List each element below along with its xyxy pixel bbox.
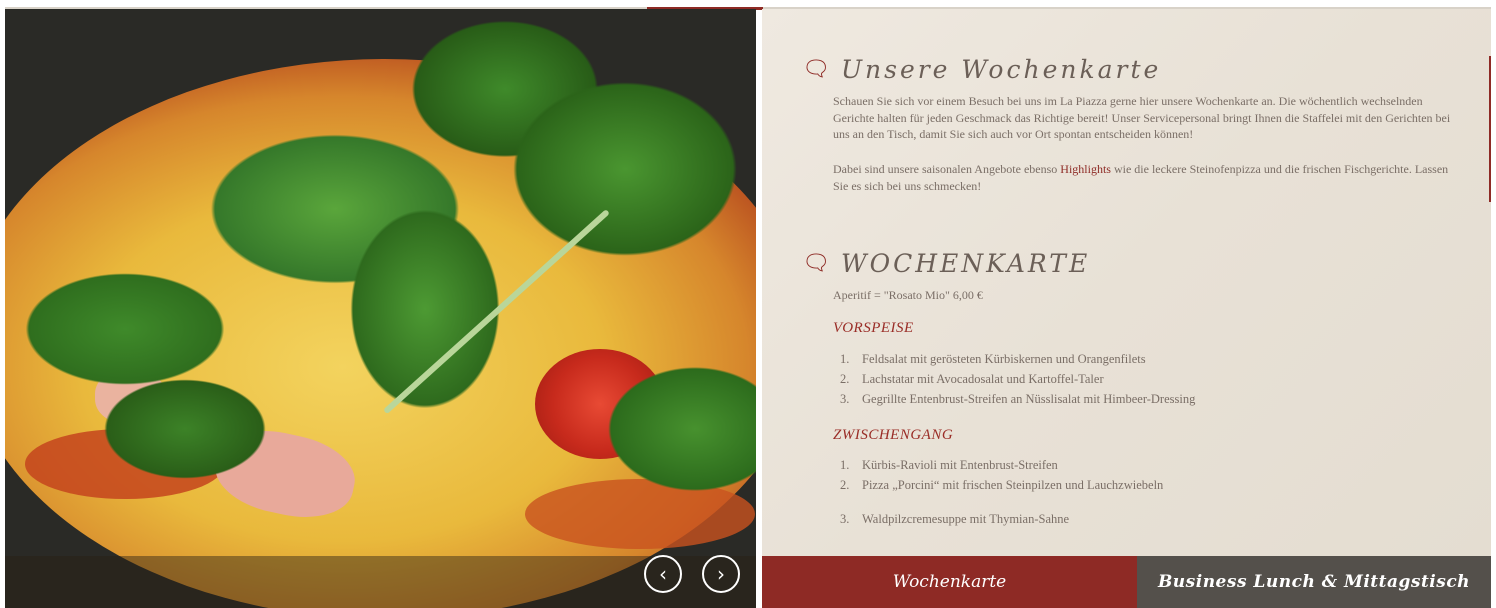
pizza-slider-image (5, 9, 756, 608)
intro-paragraph-2-start: Dabei sind unsere saisonalen Angebote eb… (833, 162, 1061, 176)
list-item: 2. Pizza „Porcini“ mit frischen Steinpilz… (840, 478, 1163, 493)
list-item: 1. Kürbis-Ravioli mit Entenbrust-Streifen (840, 458, 1058, 473)
chevron-left-icon: ‹ (659, 562, 667, 586)
vorspeise-heading: VORSPEISE (833, 320, 914, 336)
chevron-right-icon: › (717, 562, 725, 586)
list-item-number: 2. (840, 372, 850, 386)
list-item: 2. Lachstatar mit Avocadosalat und Kartof… (840, 372, 1104, 387)
intro-paragraph-2: Dabei sind unsere saisonalen Angebote eb… (833, 161, 1463, 194)
highlights-link[interactable]: Highlights (1060, 162, 1111, 176)
list-item: 3. Waldpilzcremesuppe mit Thymian-Sahne (840, 512, 1069, 527)
list-item: 3. Gegrillte Entenbrust-Streifen an Nüssl… (840, 392, 1195, 407)
intro-heading: 🗨︎ Unsere Wochenkarte (802, 55, 1161, 84)
list-item-number: 1. (840, 458, 850, 472)
list-item-text: Feldsalat mit gerösteten Kürbiskernen un… (862, 352, 1146, 366)
menu-title: WOCHENKARTE (840, 249, 1091, 278)
speech-bubble-icon: 🗨︎ (802, 57, 833, 82)
slider-next-button[interactable]: › (702, 555, 740, 593)
intro-title: Unsere Wochenkarte (840, 55, 1162, 84)
tab-wochenkarte[interactable]: Wochenkarte (762, 556, 1137, 608)
list-item-number: 2. (840, 478, 850, 492)
speech-bubble-icon: 🗨︎ (802, 251, 833, 276)
top-bar (0, 0, 1496, 10)
slider-caption-overlay (5, 556, 756, 608)
list-item: 1. Feldsalat mit gerösteten Kürbiskernen … (840, 352, 1146, 367)
list-item-number: 1. (840, 352, 850, 366)
intro-paragraph: Schauen Sie sich vor einem Besuch bei un… (833, 94, 1451, 141)
pizza-arugula (5, 9, 756, 608)
menu-heading: 🗨︎ WOCHENKARTE (802, 249, 1090, 278)
content-panel: 🗨︎ Unsere Wochenkarte Schauen Sie sich v… (762, 9, 1491, 556)
list-item-text: Waldpilzcremesuppe mit Thymian-Sahne (862, 512, 1070, 526)
list-item-text: Pizza „Porcini“ mit frischen Steinpilzen… (862, 478, 1164, 492)
aperitif-line: Aperitif = "Rosato Mio" 6,00 € (833, 288, 983, 302)
slider-prev-button[interactable]: ‹ (644, 555, 682, 593)
list-item-text: Kürbis-Ravioli mit Entenbrust-Streifen (862, 458, 1058, 472)
list-item-text: Lachstatar mit Avocadosalat und Kartoffe… (862, 372, 1104, 386)
panel-accent-edge (1489, 56, 1491, 202)
list-item-number: 3. (840, 392, 850, 406)
list-item-number: 3. (840, 512, 850, 526)
zwischengang-heading: ZWISCHENGANG (833, 427, 954, 443)
list-item-text: Gegrillte Entenbrust-Streifen an Nüsslis… (862, 392, 1196, 406)
tab-business-lunch[interactable]: Business Lunch & Mittagstisch (1137, 556, 1491, 608)
